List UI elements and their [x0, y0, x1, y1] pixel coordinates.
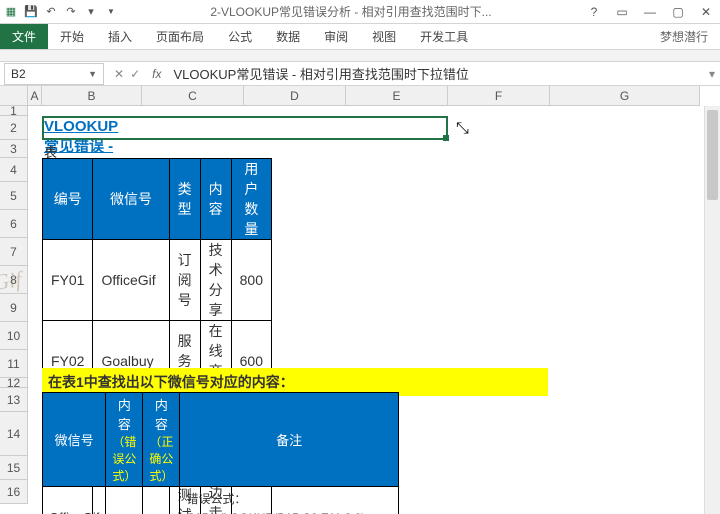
- tab-insert[interactable]: 插入: [96, 24, 144, 49]
- row-header[interactable]: 7: [0, 238, 28, 266]
- formula-expand-icon[interactable]: ▾: [704, 67, 720, 81]
- name-box[interactable]: B2 ▼: [4, 63, 104, 85]
- cancel-icon[interactable]: ✕: [114, 67, 124, 81]
- row-header[interactable]: 6: [0, 210, 28, 238]
- ribbon-collapse-icon[interactable]: ▭: [610, 3, 634, 21]
- data-table-2: 微信号内容（错误公式）内容（正确公式）备注 OfficeGif 错误公式：C15=V…: [42, 392, 399, 514]
- table-header: 内容: [200, 159, 231, 240]
- name-box-dropdown-icon[interactable]: ▼: [88, 69, 97, 79]
- table-cell[interactable]: 技术分享: [200, 240, 231, 321]
- table-header: 编号: [43, 159, 93, 240]
- name-box-value: B2: [11, 67, 26, 81]
- col-header[interactable]: G: [550, 86, 700, 106]
- qat-dropdown-icon[interactable]: ▼: [102, 3, 120, 21]
- tab-layout[interactable]: 页面布局: [144, 24, 216, 49]
- col-header[interactable]: F: [448, 86, 550, 106]
- table-header: 备注: [180, 393, 399, 487]
- maximize-icon[interactable]: ▢: [666, 3, 690, 21]
- help-icon[interactable]: ?: [582, 3, 606, 21]
- table-cell[interactable]: FY01: [43, 240, 93, 321]
- close-icon[interactable]: ✕: [694, 3, 718, 21]
- titlebar: ▦ 💾 ↶ ↷ ▾ ▼ 2-VLOOKUP常见错误分析 - 相对引用查找范围时下…: [0, 0, 720, 24]
- cursor-icon: ⤡: [456, 120, 469, 138]
- col-header[interactable]: C: [142, 86, 244, 106]
- tab-view[interactable]: 视图: [360, 24, 408, 49]
- enter-icon[interactable]: ✓: [130, 67, 140, 81]
- table-cell[interactable]: OfficeGif: [43, 487, 106, 514]
- tab-custom[interactable]: 梦想潜行: [648, 24, 720, 49]
- table-row: OfficeGif 错误公式：C15=VLOOKUP(B15,C6:E11,3,0…: [43, 487, 399, 514]
- table-cell[interactable]: 订阅号: [169, 240, 200, 321]
- row-header[interactable]: 12: [0, 378, 28, 388]
- window-title: 2-VLOOKUP常见错误分析 - 相对引用查找范围时下...: [120, 3, 582, 20]
- quick-access-toolbar: ▦ 💾 ↶ ↷ ▾ ▼: [2, 3, 120, 21]
- row-header[interactable]: 15: [0, 456, 28, 480]
- col-header[interactable]: A: [28, 86, 42, 106]
- spreadsheet-grid[interactable]: ABCDEFG 12345678910111213141516 VLOOKUP常…: [0, 86, 720, 514]
- col-header[interactable]: B: [42, 86, 142, 106]
- minimize-icon[interactable]: —: [638, 3, 662, 21]
- notes-cell: 错误公式：C15=VLOOKUP(B15,C6:E11,3,0)错误原因：相对引…: [180, 487, 399, 514]
- table-header: 微信号: [43, 393, 106, 487]
- col-header[interactable]: D: [244, 86, 346, 106]
- tab-data[interactable]: 数据: [264, 24, 312, 49]
- row-header[interactable]: 8: [0, 266, 28, 294]
- table-row: FY01OfficeGif订阅号技术分享800: [43, 240, 272, 321]
- row-header[interactable]: 10: [0, 322, 28, 350]
- fx-icon[interactable]: fx: [146, 67, 167, 81]
- ribbon-body: [0, 50, 720, 62]
- formula-bar: B2 ▼ ✕ ✓ fx VLOOKUP常见错误 - 相对引用查找范围时下拉错位 …: [0, 62, 720, 86]
- row-header[interactable]: 11: [0, 350, 28, 378]
- tab-home[interactable]: 开始: [48, 24, 96, 49]
- table-cell[interactable]: [106, 487, 143, 514]
- qat-more-icon[interactable]: ▾: [82, 3, 100, 21]
- row-header[interactable]: 5: [0, 182, 28, 210]
- excel-icon: ▦: [2, 3, 20, 21]
- vertical-scrollbar[interactable]: [704, 106, 720, 514]
- table-header: 内容（正确公式）: [143, 393, 180, 487]
- row-header[interactable]: 13: [0, 388, 28, 412]
- tab-dev[interactable]: 开发工具: [408, 24, 480, 49]
- table-header: 类型: [169, 159, 200, 240]
- row-header[interactable]: 1: [0, 106, 28, 116]
- tab-file[interactable]: 文件: [0, 24, 48, 49]
- table-cell[interactable]: 800: [231, 240, 271, 321]
- scrollbar-thumb[interactable]: [707, 110, 718, 200]
- table-header: 用户数量: [231, 159, 271, 240]
- tab-formula[interactable]: 公式: [216, 24, 264, 49]
- row-header[interactable]: 2: [0, 116, 28, 140]
- row-header[interactable]: 4: [0, 158, 28, 182]
- row-header[interactable]: 16: [0, 480, 28, 504]
- formula-input[interactable]: VLOOKUP常见错误 - 相对引用查找范围时下拉错位: [167, 64, 704, 83]
- undo-icon[interactable]: ↶: [42, 3, 60, 21]
- col-header[interactable]: E: [346, 86, 448, 106]
- table-header: 内容（错误公式）: [106, 393, 143, 487]
- row-header[interactable]: 3: [0, 140, 28, 158]
- table-cell[interactable]: [143, 487, 180, 514]
- tab-review[interactable]: 审阅: [312, 24, 360, 49]
- save-icon[interactable]: 💾: [22, 3, 40, 21]
- table-header: 微信号: [93, 159, 169, 240]
- ribbon-tabs: 文件 开始 插入 页面布局 公式 数据 审阅 视图 开发工具 梦想潜行: [0, 24, 720, 50]
- table-cell[interactable]: OfficeGif: [93, 240, 169, 321]
- row-header[interactable]: 14: [0, 412, 28, 456]
- row-header[interactable]: 9: [0, 294, 28, 322]
- redo-icon[interactable]: ↷: [62, 3, 80, 21]
